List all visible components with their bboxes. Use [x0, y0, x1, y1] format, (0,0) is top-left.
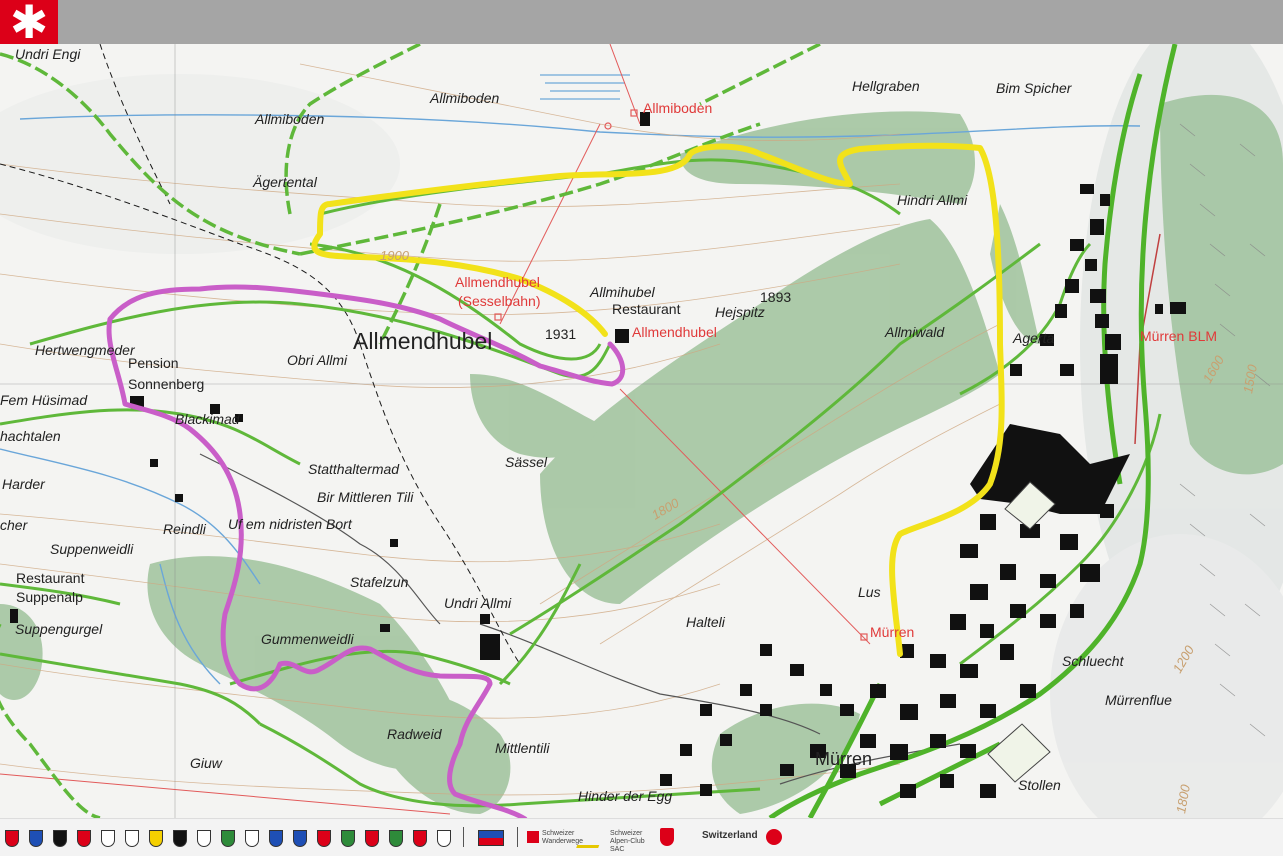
red-label: Allmendhubel: [455, 274, 540, 290]
poi-label: Restaurant: [16, 570, 85, 586]
contour-label: 1900: [380, 248, 410, 263]
place-label: Suppengurgel: [15, 621, 103, 637]
place-label: hachtalen: [0, 428, 61, 444]
canton-crest-icon: [5, 830, 19, 847]
place-label: Harder: [2, 476, 46, 492]
place-label: Undri Allmi: [444, 595, 512, 611]
canton-crest-icon: [317, 830, 331, 847]
swiss-cross-icon: [527, 831, 539, 843]
place-label: Blackimad: [175, 411, 241, 427]
switzerland-logo-text: Switzerland: [702, 830, 758, 841]
canton-crest-icon: [29, 830, 43, 847]
red-label: Mürren BLM: [1140, 328, 1217, 344]
town-label: Mürren: [815, 749, 872, 769]
place-label: Fem Hüsimad: [0, 392, 88, 408]
place-label: Undri Engi: [15, 46, 81, 62]
place-label: Gummenweidli: [261, 631, 354, 647]
place-label: Ägertental: [252, 174, 318, 190]
canton-crest-icon: [365, 830, 379, 847]
canton-crest-icon: [245, 830, 259, 847]
canton-crest-icon: [197, 830, 211, 847]
canton-crest-icon: [437, 830, 451, 847]
place-label: Agerta: [1012, 330, 1054, 346]
red-label: Mürren: [870, 624, 914, 640]
canton-crest-icon: [173, 830, 187, 847]
place-label: Uf em nidristen Bort: [228, 516, 353, 532]
place-label: Stollen: [1018, 777, 1061, 793]
poi-label: Restaurant: [612, 301, 681, 317]
elevation-label: 1893: [760, 289, 791, 305]
separator: [463, 827, 464, 847]
place-label: Hellgraben: [852, 78, 920, 94]
canton-crest-icon: [77, 830, 91, 847]
place-label: Allmihubel: [589, 284, 655, 300]
top-bar: ✱: [0, 0, 1283, 49]
place-label: Mürrenflue: [1105, 692, 1172, 708]
peak-title-label: Allmendhubel: [353, 328, 492, 354]
topographic-map[interactable]: Undri Engi Allmiboden Allmiboden Hellgra…: [0, 44, 1283, 818]
poi-label: Suppenalp: [16, 589, 83, 605]
logo-button[interactable]: ✱: [0, 0, 58, 49]
place-label: Radweid: [387, 726, 443, 742]
footer-bar: Schweizer Wanderwege Schweizer Alpen-Clu…: [0, 818, 1283, 856]
sac-logo-text: Schweizer Alpen-Club SAC: [610, 830, 645, 853]
place-label: Hinder der Egg: [578, 788, 672, 804]
place-label: Suppenweidli: [50, 541, 134, 557]
canton-crest-icon: [341, 830, 355, 847]
canton-crest-icon: [269, 830, 283, 847]
place-label: Lus: [858, 584, 881, 600]
switzerland-flower-icon: [766, 829, 782, 845]
sac-shield-icon: [660, 828, 674, 846]
red-label: Allmiboden: [643, 100, 712, 116]
place-label: Reindli: [163, 521, 207, 537]
place-label: Statthaltermad: [308, 461, 400, 477]
red-label: Allmendhubel: [632, 324, 717, 340]
place-label: Bim Spicher: [996, 80, 1073, 96]
canton-crest-icon: [221, 830, 235, 847]
elevation-label: 1931: [545, 326, 576, 342]
liechtenstein-flag-icon: [478, 830, 504, 846]
place-label: Bir Mittleren Tili: [317, 489, 414, 505]
canton-crest-icon: [53, 830, 67, 847]
red-label: (Sesselbahn): [458, 293, 541, 309]
place-label: cher: [0, 517, 29, 533]
canton-crest-icon: [389, 830, 403, 847]
place-label: Giuw: [190, 755, 223, 771]
canton-crest-icon: [293, 830, 307, 847]
place-label: Obri Allmi: [287, 352, 348, 368]
place-label: Schluecht: [1062, 653, 1125, 669]
place-label: Mittlentili: [495, 740, 550, 756]
place-label: Stafelzun: [350, 574, 409, 590]
canton-crest-icon: [101, 830, 115, 847]
place-label: Allmiboden: [429, 90, 499, 106]
canton-crest-icon: [125, 830, 139, 847]
place-label: Allmiboden: [254, 111, 324, 127]
poi-label: Pension: [128, 355, 179, 371]
canton-crest-icon: [413, 830, 427, 847]
place-label: Allmiwald: [884, 324, 945, 340]
place-label: Hertwengmeder: [35, 342, 136, 358]
place-label: Sässel: [505, 454, 548, 470]
canton-crest-icon: [149, 830, 163, 847]
separator: [517, 827, 518, 847]
asterisk-icon: ✱: [9, 0, 49, 49]
poi-label: Sonnenberg: [128, 376, 204, 392]
place-label: Halteli: [686, 614, 726, 630]
hiking-logo-text: Schweizer Wanderwege: [542, 830, 583, 845]
place-label: Hejspitz: [715, 304, 765, 320]
place-label: Hindri Allmi: [897, 192, 968, 208]
